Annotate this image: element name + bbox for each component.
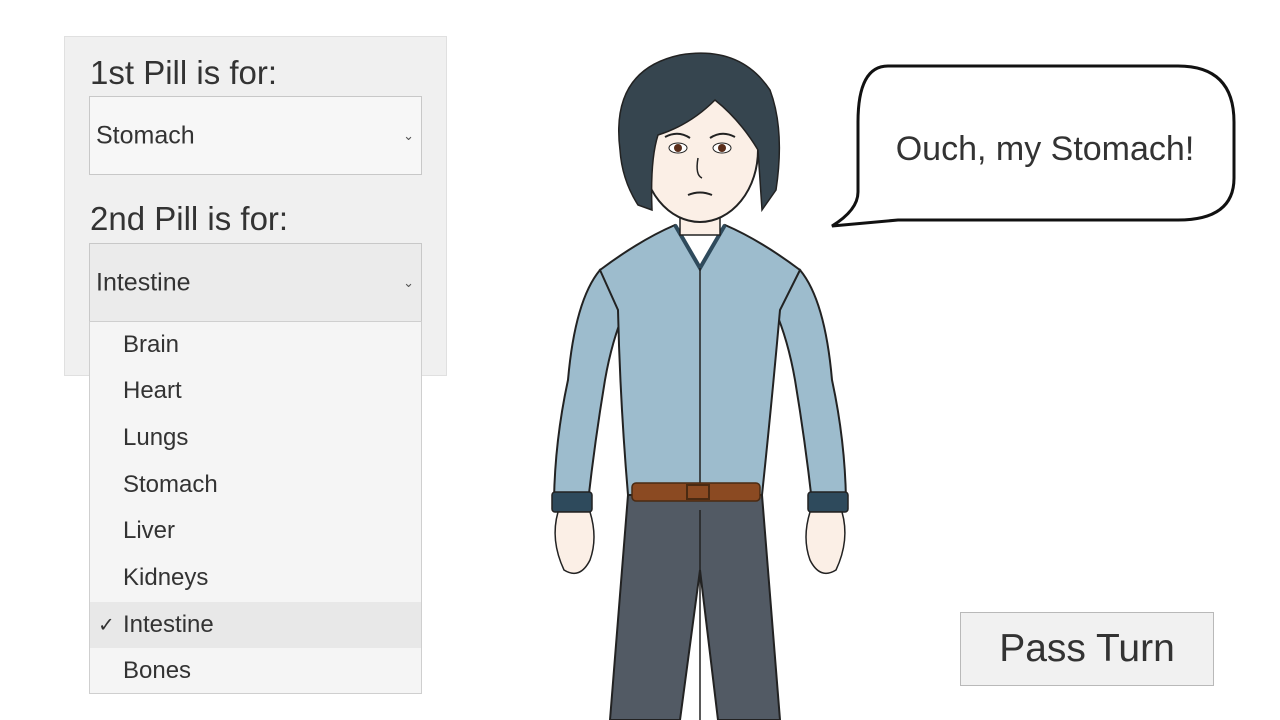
- pill1-selected-value: Stomach: [96, 121, 195, 149]
- dropdown-option-label: Heart: [123, 377, 182, 404]
- dropdown-option-label: Stomach: [123, 471, 218, 498]
- chevron-down-icon: ⌄: [403, 274, 414, 290]
- dropdown-option-selected[interactable]: ✓ Intestine: [90, 602, 421, 648]
- dropdown-option-label: Brain: [123, 331, 180, 358]
- pass-turn-button[interactable]: Pass Turn: [960, 612, 1214, 686]
- dropdown-option[interactable]: Brain: [90, 322, 421, 368]
- dropdown-option-label: Liver: [123, 517, 176, 544]
- pill2-dropdown-list: Brain Heart Lungs Stomach Liver Kidneys …: [89, 321, 422, 694]
- dropdown-option-label: Lungs: [123, 424, 189, 451]
- pill2-label: 2nd Pill is for:: [90, 200, 289, 237]
- dropdown-option-label: Bones: [123, 657, 192, 684]
- speech-text: Ouch, my Stomach!: [895, 130, 1195, 168]
- pill1-select[interactable]: Stomach ⌄: [89, 96, 422, 175]
- pill1-label: 1st Pill is for:: [90, 54, 278, 91]
- patient-character: [551, 52, 849, 720]
- character-head: [618, 52, 781, 236]
- dropdown-option[interactable]: Stomach: [90, 462, 421, 508]
- dropdown-option[interactable]: Lungs: [90, 415, 421, 461]
- character-legs: [608, 494, 782, 720]
- dropdown-option-label: Intestine: [123, 611, 214, 638]
- dropdown-option[interactable]: Bones: [90, 648, 421, 694]
- dropdown-option-label: Kidneys: [123, 564, 209, 591]
- dropdown-option[interactable]: Kidneys: [90, 555, 421, 601]
- dropdown-option[interactable]: Heart: [90, 368, 421, 414]
- checkmark-icon: ✓: [98, 614, 115, 637]
- chevron-down-icon: ⌄: [403, 127, 414, 143]
- pill2-selected-value: Intestine: [96, 268, 191, 296]
- dropdown-option[interactable]: Liver: [90, 508, 421, 554]
- pill2-select[interactable]: Intestine ⌄: [89, 243, 422, 322]
- character-torso: [598, 223, 802, 502]
